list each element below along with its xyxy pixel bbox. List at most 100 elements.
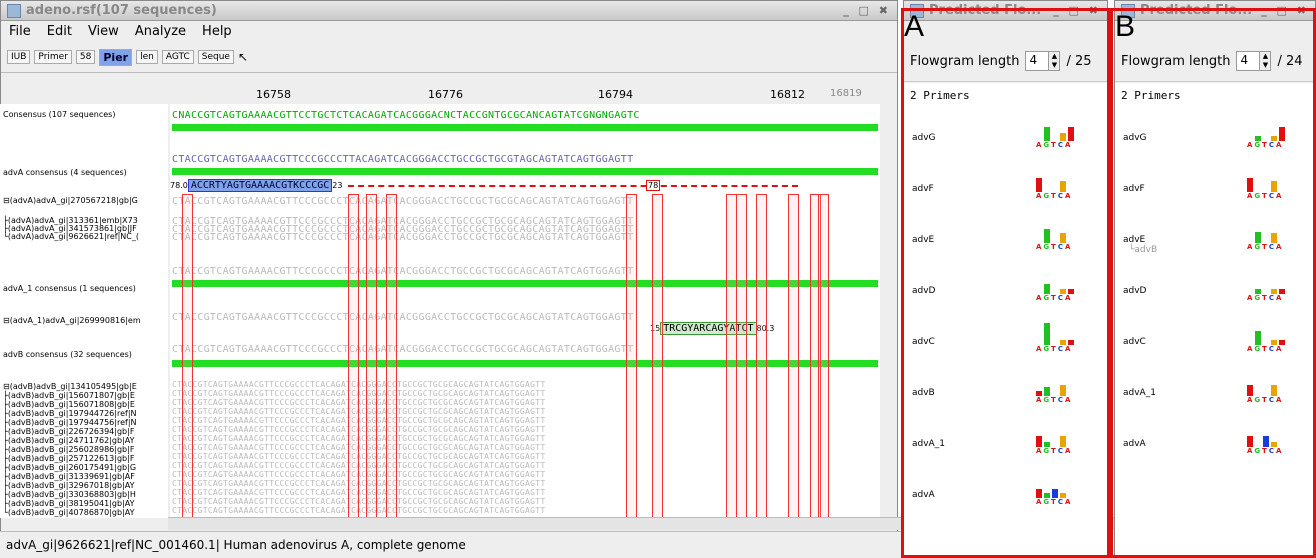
status-bar: advA_gi|9626621|ref|NC_001460.1| Human a…: [0, 531, 902, 558]
spinner-arrows-icon[interactable]: ▲ ▼: [1048, 52, 1060, 70]
sequence-label[interactable]: ⊟(advA)advA_gi|270567218|gb|G: [3, 196, 138, 205]
sequence-label[interactable]: advB consensus (32 sequences): [3, 350, 132, 359]
flowgram-bar: [1036, 436, 1042, 447]
mismatch-column: [788, 194, 799, 518]
flowgram-bars: AGTCA: [1247, 125, 1297, 149]
flowgram-row[interactable]: advE AGTCA: [904, 225, 1107, 265]
flowgram-row[interactable]: advC AGTCA: [904, 323, 1107, 367]
sequence-label[interactable]: advA_1 consensus (1 sequences): [3, 284, 136, 293]
menu-analyze[interactable]: Analyze: [135, 24, 186, 39]
sequence-label[interactable]: ├(advB)advB_gi|226726394|gb|F: [3, 427, 134, 436]
flowgram-row[interactable]: advA_1 AGTCA: [1115, 378, 1315, 418]
flowgram-primer-name: advD: [1123, 286, 1147, 296]
flowgram-bars: AGTCA: [1247, 380, 1297, 404]
sequence-label[interactable]: └(advA)advA_gi|9626621|ref|NC_(: [3, 232, 139, 241]
sequence-label[interactable]: ├(advB)advB_gi|197944756|ref|N: [3, 418, 137, 427]
consensus-coverage-bar: [172, 124, 878, 131]
flowgram-row[interactable]: advE └advB AGTCA: [1115, 225, 1315, 265]
sequence-label[interactable]: └(advB)advB_gi|40786870|gb|AY: [3, 508, 134, 517]
sequence-label[interactable]: ├(advB)advB_gi|256028986|gb|F: [3, 445, 134, 454]
flowgram-bars: AGTCA: [1247, 329, 1297, 353]
panel-a-controls-icon[interactable]: _ □ ✖: [1053, 4, 1101, 17]
flowgram-row[interactable]: advA AGTCA: [1115, 429, 1315, 469]
sequence-label[interactable]: advA consensus (4 sequences): [3, 168, 127, 177]
flowgram-bar: [1044, 284, 1050, 294]
flowgram-bar: [1060, 233, 1066, 243]
flowgram-row[interactable]: advC AGTCA: [1115, 327, 1315, 367]
flowgram-bar: [1271, 181, 1277, 192]
menu-help[interactable]: Help: [202, 24, 232, 39]
flowgram-bars: AGTCA: [1036, 227, 1086, 251]
tool-agtc[interactable]: AGTC: [161, 50, 194, 64]
sequence-label[interactable]: ├(advB)advB_gi|156071808|gb|E: [3, 400, 135, 409]
tool-iub[interactable]: IUB: [7, 50, 31, 64]
menu-file[interactable]: File: [9, 24, 31, 39]
tool-len[interactable]: len: [136, 50, 158, 64]
sequence-label[interactable]: Consensus (107 sequences): [3, 110, 115, 119]
alignment-titlebar[interactable]: adeno.rsf(107 sequences) _ □ ✖: [1, 1, 897, 21]
flowgram-base-labels: AGTCA: [1247, 243, 1284, 251]
panel-b-length-spinner[interactable]: 4 ▲ ▼: [1236, 51, 1272, 71]
tool-pier[interactable]: Pier: [99, 48, 133, 66]
spinner-arrows-icon[interactable]: ▲ ▼: [1259, 52, 1271, 70]
flowgram-row[interactable]: advF AGTCA: [904, 174, 1107, 214]
consensus-sequence: CNACCGTCAGTGAAAACGTTCCTGCTCTCACAGATCACGG…: [172, 110, 640, 121]
flowgram-row[interactable]: advD AGTCA: [904, 276, 1107, 316]
panel-a-length-control: Flowgram length 4 ▲ ▼ / 25: [904, 41, 1107, 82]
flowgram-bar: [1247, 436, 1253, 447]
flowgram-row[interactable]: advD AGTCA: [1115, 276, 1315, 316]
mismatch-column: [818, 194, 829, 518]
sequence-label[interactable]: ⊟(advB)advB_gi|134105495|gb|E: [3, 382, 137, 391]
tool-58[interactable]: 58: [75, 50, 96, 64]
panel-a-length-spinner[interactable]: 4 ▲ ▼: [1025, 51, 1061, 71]
panel-b-length-value[interactable]: 4: [1237, 52, 1259, 70]
sequence-label[interactable]: ├(advB)advB_gi|32967018|gb|AY: [3, 481, 134, 490]
flowgram-row[interactable]: advF AGTCA: [1115, 174, 1315, 214]
position-ruler: 16758 16776 16794 16812 16819: [170, 88, 880, 102]
cursor-icon: ↖: [237, 50, 249, 64]
panel-b-title: Predicted Flo...: [1140, 3, 1253, 18]
sequence-label[interactable]: ├(advB)advB_gi|156071807|gb|E: [3, 391, 135, 400]
sequence-label[interactable]: ├(advB)advB_gi|197944726|ref|N: [3, 409, 137, 418]
flowgram-primer-name: advB: [912, 388, 935, 398]
sequence-label[interactable]: ├(advB)advB_gi|257122613|gb|F: [3, 454, 134, 463]
flowgram-base-labels: AGTCA: [1247, 294, 1284, 302]
tool-primer[interactable]: Primer: [34, 50, 72, 64]
flowgram-row[interactable]: advB AGTCA: [904, 378, 1107, 418]
flowgram-row[interactable]: advA_1 AGTCA: [904, 429, 1107, 469]
flowgram-bar: [1044, 387, 1050, 396]
flowgram-base-labels: AGTCA: [1247, 192, 1284, 200]
flowgram-base-labels: AGTCA: [1247, 447, 1284, 455]
flowgram-primer-name: advF: [1123, 184, 1145, 194]
ruler-tick: 16794: [598, 88, 633, 101]
panel-a-body: 2 Primers advG AGTCA advF AGTCA advE AGTCA adv…: [904, 83, 1107, 557]
flowgram-bar: [1271, 385, 1277, 396]
sequence-panel[interactable]: CNACCGTCAGTGAAAACGTTCCTGCTCTCACAGATCACGG…: [170, 104, 880, 518]
window-controls-icon[interactable]: _ □ ✖: [843, 4, 891, 17]
panel-a-title: Predicted Flo...: [929, 3, 1042, 18]
sequence-label[interactable]: ⊟(advA_1)advA_gi|269990816|em: [3, 316, 141, 325]
flowgram-primer-name: advE: [912, 235, 935, 245]
panel-b-titlebar[interactable]: Predicted Flo... _ □ ✖: [1115, 1, 1315, 21]
sequence-label[interactable]: ├(advB)advB_gi|38195041|gb|AY: [3, 499, 134, 508]
panel-a-length-value[interactable]: 4: [1026, 52, 1048, 70]
sequence-label[interactable]: ├(advB)advB_gi|24711762|gb|AY: [3, 436, 134, 445]
flowgram-row[interactable]: advA AGTCA: [904, 480, 1107, 520]
panel-b-controls-icon[interactable]: _ □ ✖: [1261, 4, 1309, 17]
sequence-label[interactable]: ├(advB)advB_gi|260175491|gb|G: [3, 463, 136, 472]
menu-view[interactable]: View: [88, 24, 119, 39]
flowgram-row[interactable]: advG AGTCA: [904, 123, 1107, 163]
flowgram-base-labels: AGTCA: [1036, 396, 1073, 404]
sequence-label[interactable]: ├(advB)advB_gi|31339691|gb|AF: [3, 472, 135, 481]
forward-primer[interactable]: 78.0 ACCRTYAGTGAAAACGTKCCCGC 23: [170, 179, 799, 192]
sequence-label[interactable]: ├(advB)advB_gi|330368803|gb|H: [3, 490, 136, 499]
tool-seque[interactable]: Seque: [197, 50, 234, 64]
panel-a-titlebar[interactable]: Predicted Flo... _ □ ✖: [904, 1, 1107, 21]
flowgram-bar: [1036, 178, 1042, 192]
flowgram-row[interactable]: advG AGTCA: [1115, 123, 1315, 163]
flowgram-primer-name: advC: [912, 337, 935, 347]
flowgram-bar: [1052, 489, 1058, 498]
mismatch-column: [348, 194, 359, 518]
menu-edit[interactable]: Edit: [47, 24, 72, 39]
advb-coverage-bar: [172, 360, 878, 367]
